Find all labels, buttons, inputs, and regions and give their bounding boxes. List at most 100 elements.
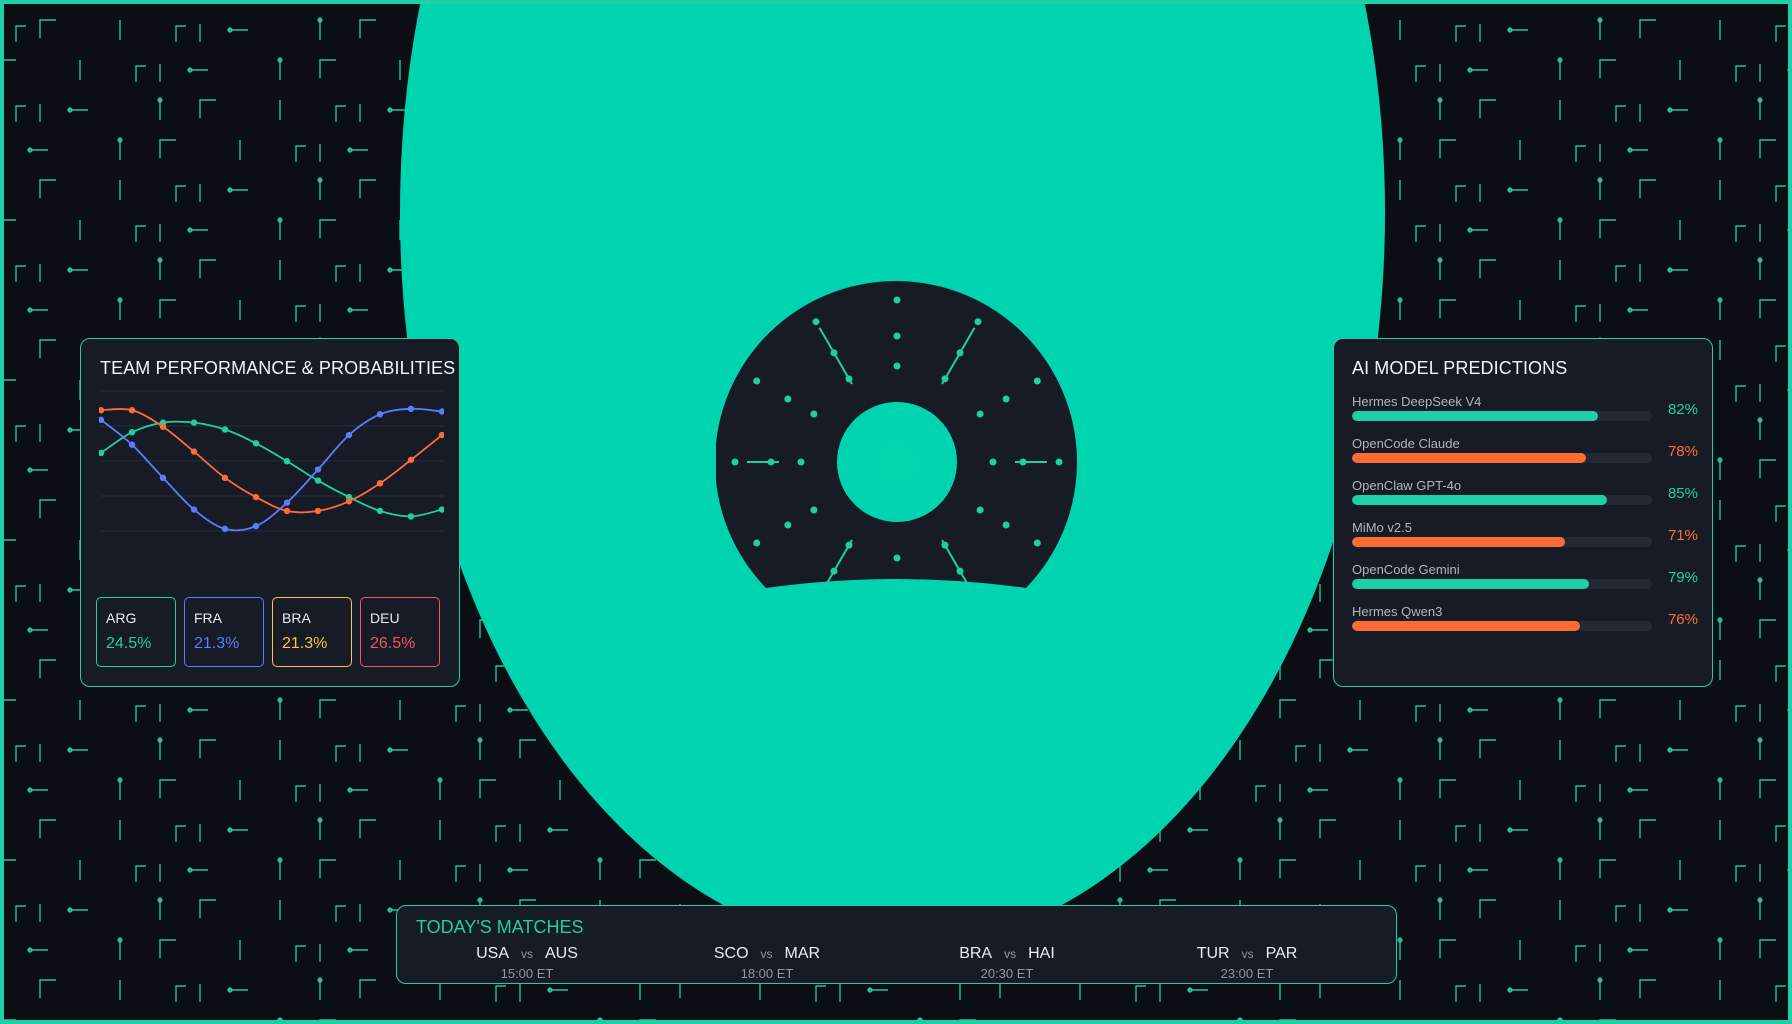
circuit-node (1507, 27, 1513, 33)
circuit-node (67, 267, 73, 273)
circuit-trace (1759, 139, 1776, 158)
chart-series-line-2 (100, 407, 443, 532)
team-card-fra[interactable]: FRA 21.3% (184, 597, 264, 667)
chart-data-point (252, 440, 260, 447)
prediction-bar-fill (1352, 579, 1589, 589)
prediction-row[interactable]: OpenCode Claude 78% (1352, 436, 1698, 466)
match-item[interactable]: SCO vs MAR 18:00 ET (647, 945, 887, 981)
circuit-node (1237, 1017, 1243, 1023)
circuit-trace (1759, 779, 1776, 798)
circuit-trace (39, 19, 56, 38)
prediction-row[interactable]: Hermes Qwen3 76% (1352, 604, 1698, 634)
hub-dot (976, 506, 984, 514)
circuit-trace (15, 905, 26, 922)
circuit-node (1757, 897, 1763, 903)
chart-data-point (99, 406, 105, 414)
chart-data-point (252, 493, 260, 501)
circuit-trace (295, 785, 306, 802)
circuit-trace (1639, 819, 1656, 838)
circuit-node (1437, 737, 1443, 743)
prediction-row[interactable]: MiMo v2.5 71% (1352, 520, 1698, 550)
circuit-trace (1479, 899, 1496, 918)
circuit-node (1557, 1017, 1563, 1023)
circuit-trace (1575, 785, 1586, 802)
circuit-trace (1599, 859, 1616, 878)
circuit-node (67, 427, 73, 433)
chart-data-point (283, 458, 291, 465)
circuit-trace (0, 1019, 16, 1024)
circuit-trace (1735, 65, 1746, 82)
model-name: Hermes Qwen3 (1352, 604, 1443, 619)
model-name: OpenCode Claude (1352, 436, 1460, 451)
team-panel-title: TEAM PERFORMANCE & PROBABILITIES (100, 358, 456, 378)
team-card-bra[interactable]: BRA 21.3% (272, 597, 352, 667)
team-card-arg[interactable]: ARG 24.5% (96, 597, 176, 667)
circuit-trace (175, 25, 186, 42)
circuit-trace (39, 499, 56, 518)
prediction-bar-fill (1352, 453, 1586, 463)
home-team: BRA (959, 945, 993, 962)
circuit-trace (39, 659, 56, 678)
away-team: HAI (1028, 945, 1055, 962)
prediction-percent: 76% (1667, 611, 1698, 628)
prediction-bar-track (1352, 411, 1652, 421)
match-time: 15:00 ET (500, 966, 554, 981)
vs-label: vs (521, 947, 533, 961)
team-probability: 24.5% (106, 635, 152, 652)
circuit-node (277, 1017, 283, 1023)
circuit-trace (1599, 699, 1616, 718)
prediction-row[interactable]: OpenClaw GPT-4o 85% (1352, 478, 1698, 508)
circuit-node (157, 897, 163, 903)
chart-series-line-0 (100, 420, 443, 518)
circuit-node (317, 17, 323, 23)
prediction-row[interactable]: Hermes DeepSeek V4 82% (1352, 394, 1698, 424)
circuit-node (277, 57, 283, 63)
hub-dot (1002, 395, 1010, 403)
match-item[interactable]: BRA vs HAI 20:30 ET (887, 945, 1127, 981)
circuit-node (227, 27, 233, 33)
match-item[interactable]: TUR vs PAR 23:00 ET (1127, 945, 1367, 981)
hub-dot (893, 554, 901, 562)
circuit-trace (1439, 299, 1456, 318)
circuit-trace (1759, 299, 1776, 318)
match-item[interactable]: USA vs AUS 15:00 ET (407, 945, 647, 981)
chart-data-point (221, 525, 229, 533)
circuit-trace (1415, 705, 1426, 722)
chart-data-point (221, 426, 229, 433)
prediction-row[interactable]: OpenCode Gemini 79% (1352, 562, 1698, 592)
circuit-trace (175, 825, 186, 842)
circuit-trace (1479, 739, 1496, 758)
match-teams: USA vs AUS (407, 945, 647, 963)
team-code: BRA (282, 610, 311, 626)
home-team: TUR (1196, 945, 1230, 962)
circuit-trace (1735, 705, 1746, 722)
prediction-percent: 71% (1667, 527, 1698, 544)
chart-data-point (283, 507, 291, 515)
team-performance-chart (99, 390, 444, 533)
vs-label: vs (1004, 947, 1017, 961)
circuit-trace (1135, 985, 1146, 1002)
chart-data-point (283, 499, 291, 506)
circuit-node (1597, 977, 1603, 983)
circuit-trace (199, 739, 216, 758)
circuit-trace (1735, 865, 1746, 882)
circuit-trace (1775, 25, 1786, 42)
circuit-node (0, 497, 3, 503)
circuit-trace (0, 219, 16, 238)
circuit-trace (639, 1019, 656, 1024)
circuit-node (317, 817, 323, 823)
circuit-node (867, 987, 873, 993)
circuit-node (1187, 987, 1193, 993)
circuit-trace (1775, 505, 1786, 522)
circuit-trace (1615, 905, 1626, 922)
hub-dot (1055, 458, 1063, 466)
circuit-node (1717, 297, 1723, 303)
team-card-deu[interactable]: DEU 26.5% (360, 597, 440, 667)
circuit-trace (1615, 265, 1626, 282)
circuit-trace (159, 139, 176, 158)
circuit-trace (1455, 185, 1466, 202)
circuit-node (1627, 307, 1633, 313)
prediction-bar-track (1352, 621, 1652, 631)
circuit-trace (1439, 139, 1456, 158)
circuit-node (1787, 227, 1792, 233)
